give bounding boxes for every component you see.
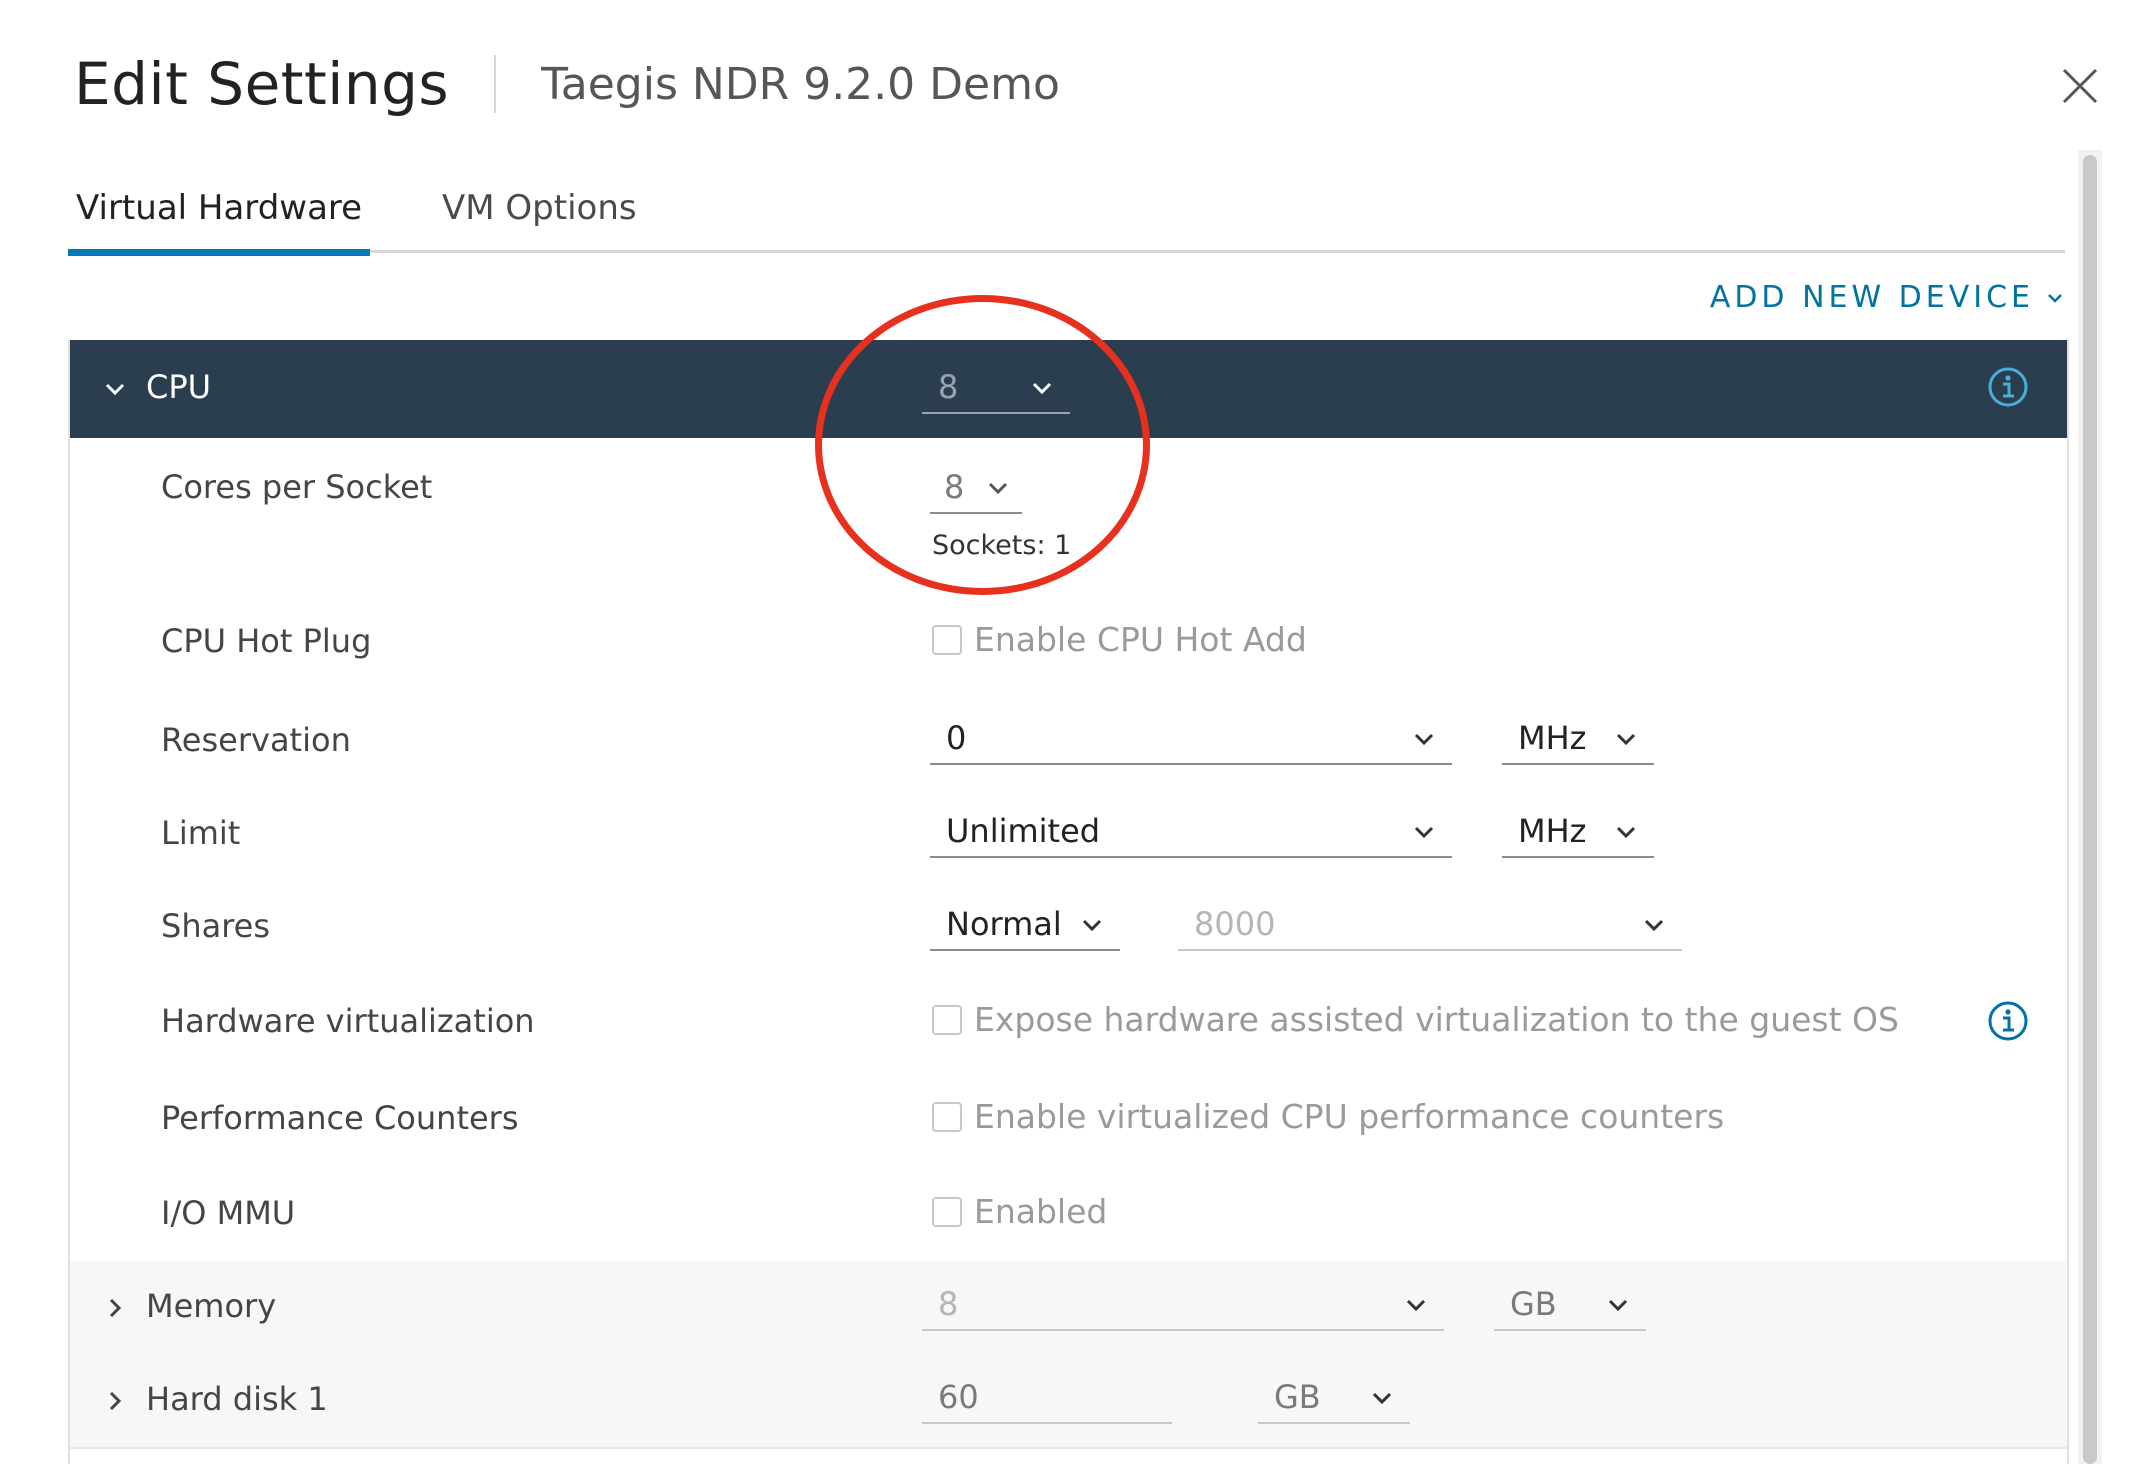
title-divider bbox=[494, 55, 497, 113]
memory-unit-select[interactable]: GB bbox=[1494, 1281, 1646, 1331]
cpu-hot-add-checkbox[interactable]: Enable CPU Hot Add bbox=[932, 620, 1307, 659]
reservation-unit-value: MHz bbox=[1518, 719, 1587, 757]
shares-value: 8000 bbox=[1194, 905, 1276, 943]
perf-counters-checkbox-label: Enable virtualized CPU performance count… bbox=[974, 1097, 1725, 1136]
reservation-unit-select[interactable]: MHz bbox=[1502, 715, 1654, 765]
hard-disk-unit-select[interactable]: GB bbox=[1258, 1374, 1410, 1424]
checkbox-box[interactable] bbox=[932, 624, 962, 655]
shares-value-select[interactable]: 8000 bbox=[1178, 901, 1682, 951]
memory-label: Memory bbox=[146, 1287, 277, 1325]
chevron-down-icon bbox=[2048, 293, 2062, 303]
dialog-header: Edit Settings Taegis NDR 9.2.0 Demo bbox=[74, 44, 1060, 124]
add-new-device-button[interactable]: ADD NEW DEVICE bbox=[1710, 280, 2064, 315]
sockets-note: Sockets: 1 bbox=[932, 530, 1072, 561]
limit-select[interactable]: Unlimited bbox=[930, 808, 1452, 858]
limit-unit-value: MHz bbox=[1518, 812, 1587, 850]
hard-disk-size-value: 60 bbox=[938, 1378, 979, 1416]
chevron-down-icon bbox=[1608, 1299, 1628, 1312]
tab-bar: Virtual Hardware VM Options bbox=[67, 180, 2065, 256]
cores-per-socket-label: Cores per Socket bbox=[161, 468, 433, 506]
iommu-checkbox[interactable]: Enabled bbox=[932, 1192, 1107, 1231]
chevron-right-icon[interactable] bbox=[104, 1390, 126, 1412]
chevron-down-icon bbox=[1032, 382, 1052, 395]
hw-virtualization-checkbox-label: Expose hardware assisted virtualization … bbox=[974, 1000, 1899, 1039]
chevron-down-icon bbox=[1414, 733, 1434, 746]
memory-value: 8 bbox=[938, 1285, 959, 1323]
cpu-count-select[interactable]: 8 bbox=[922, 364, 1070, 414]
memory-select[interactable]: 8 bbox=[922, 1281, 1444, 1331]
perf-counters-checkbox[interactable]: Enable virtualized CPU performance count… bbox=[932, 1097, 1724, 1136]
checkbox-box[interactable] bbox=[932, 1004, 962, 1035]
hardware-grid: CPU 8 Cores per Socket 8 Sockets: 1 CPU … bbox=[68, 340, 2069, 1464]
reservation-row: Reservation 0 MHz bbox=[70, 695, 2067, 790]
hard-disk-size-input[interactable]: 60 bbox=[922, 1374, 1172, 1424]
shares-label: Shares bbox=[161, 907, 271, 945]
cpu-hot-plug-label: CPU Hot Plug bbox=[161, 622, 372, 660]
reservation-select[interactable]: 0 bbox=[930, 715, 1452, 765]
cpu-hot-plug-row: CPU Hot Plug Enable CPU Hot Add bbox=[70, 588, 2067, 697]
limit-unit-select[interactable]: MHz bbox=[1502, 808, 1654, 858]
cores-per-socket-row: Cores per Socket 8 Sockets: 1 bbox=[70, 438, 2067, 590]
iommu-checkbox-label: Enabled bbox=[974, 1192, 1108, 1231]
add-new-device-label: ADD NEW DEVICE bbox=[1709, 280, 2034, 315]
cpu-label: CPU bbox=[146, 368, 212, 406]
scrollbar-thumb[interactable] bbox=[2083, 155, 2097, 1464]
info-icon[interactable] bbox=[1987, 1000, 2029, 1042]
memory-unit-value: GB bbox=[1510, 1285, 1557, 1323]
chevron-down-icon bbox=[1644, 919, 1664, 932]
hard-disk-label: Hard disk 1 bbox=[146, 1380, 328, 1418]
iommu-label: I/O MMU bbox=[161, 1194, 296, 1232]
tab-vm-options[interactable]: VM Options bbox=[442, 180, 637, 250]
chevron-down-icon[interactable] bbox=[104, 378, 126, 400]
hard-disk-row[interactable]: Hard disk 1 60 GB bbox=[70, 1354, 2067, 1449]
chevron-down-icon bbox=[1082, 919, 1102, 932]
checkbox-box[interactable] bbox=[932, 1196, 962, 1227]
chevron-down-icon bbox=[1406, 1299, 1426, 1312]
perf-counters-row: Performance Counters Enable virtualized … bbox=[70, 1071, 2067, 1170]
dialog-title: Edit Settings bbox=[74, 50, 450, 118]
chevron-down-icon bbox=[1372, 1392, 1392, 1405]
memory-row[interactable]: Memory 8 GB bbox=[70, 1261, 2067, 1356]
tab-virtual-hardware[interactable]: Virtual Hardware bbox=[67, 180, 371, 256]
limit-value: Unlimited bbox=[946, 812, 1101, 850]
hw-virtualization-label: Hardware virtualization bbox=[161, 1002, 535, 1040]
reservation-label: Reservation bbox=[161, 721, 351, 759]
close-button[interactable] bbox=[2060, 66, 2100, 106]
cpu-row[interactable]: CPU 8 bbox=[70, 340, 2067, 438]
chevron-right-icon[interactable] bbox=[104, 1297, 126, 1319]
chevron-down-icon bbox=[988, 482, 1008, 495]
shares-level-select[interactable]: Normal bbox=[930, 901, 1120, 951]
close-icon bbox=[2062, 68, 2098, 104]
limit-label: Limit bbox=[161, 814, 241, 852]
chevron-down-icon bbox=[1616, 826, 1636, 839]
perf-counters-label: Performance Counters bbox=[161, 1099, 519, 1137]
chevron-down-icon bbox=[1414, 826, 1434, 839]
iommu-row: I/O MMU Enabled bbox=[70, 1168, 2067, 1263]
cpu-hot-add-label: Enable CPU Hot Add bbox=[974, 620, 1307, 659]
chevron-down-icon bbox=[1616, 733, 1636, 746]
cpu-count-value: 8 bbox=[938, 368, 959, 406]
limit-row: Limit Unlimited MHz bbox=[70, 788, 2067, 883]
checkbox-box[interactable] bbox=[932, 1101, 962, 1132]
cores-per-socket-select[interactable]: 8 bbox=[930, 464, 1022, 514]
shares-row: Shares Normal 8000 bbox=[70, 881, 2067, 976]
shares-level-value: Normal bbox=[946, 905, 1062, 943]
vm-name: Taegis NDR 9.2.0 Demo bbox=[541, 58, 1060, 110]
cores-per-socket-value: 8 bbox=[944, 468, 965, 506]
reservation-value: 0 bbox=[946, 719, 967, 757]
hard-disk-unit-value: GB bbox=[1274, 1378, 1321, 1416]
hw-virtualization-checkbox[interactable]: Expose hardware assisted virtualization … bbox=[932, 1000, 1899, 1039]
info-icon[interactable] bbox=[1987, 366, 2029, 408]
hw-virtualization-row: Hardware virtualization Expose hardware … bbox=[70, 974, 2067, 1073]
